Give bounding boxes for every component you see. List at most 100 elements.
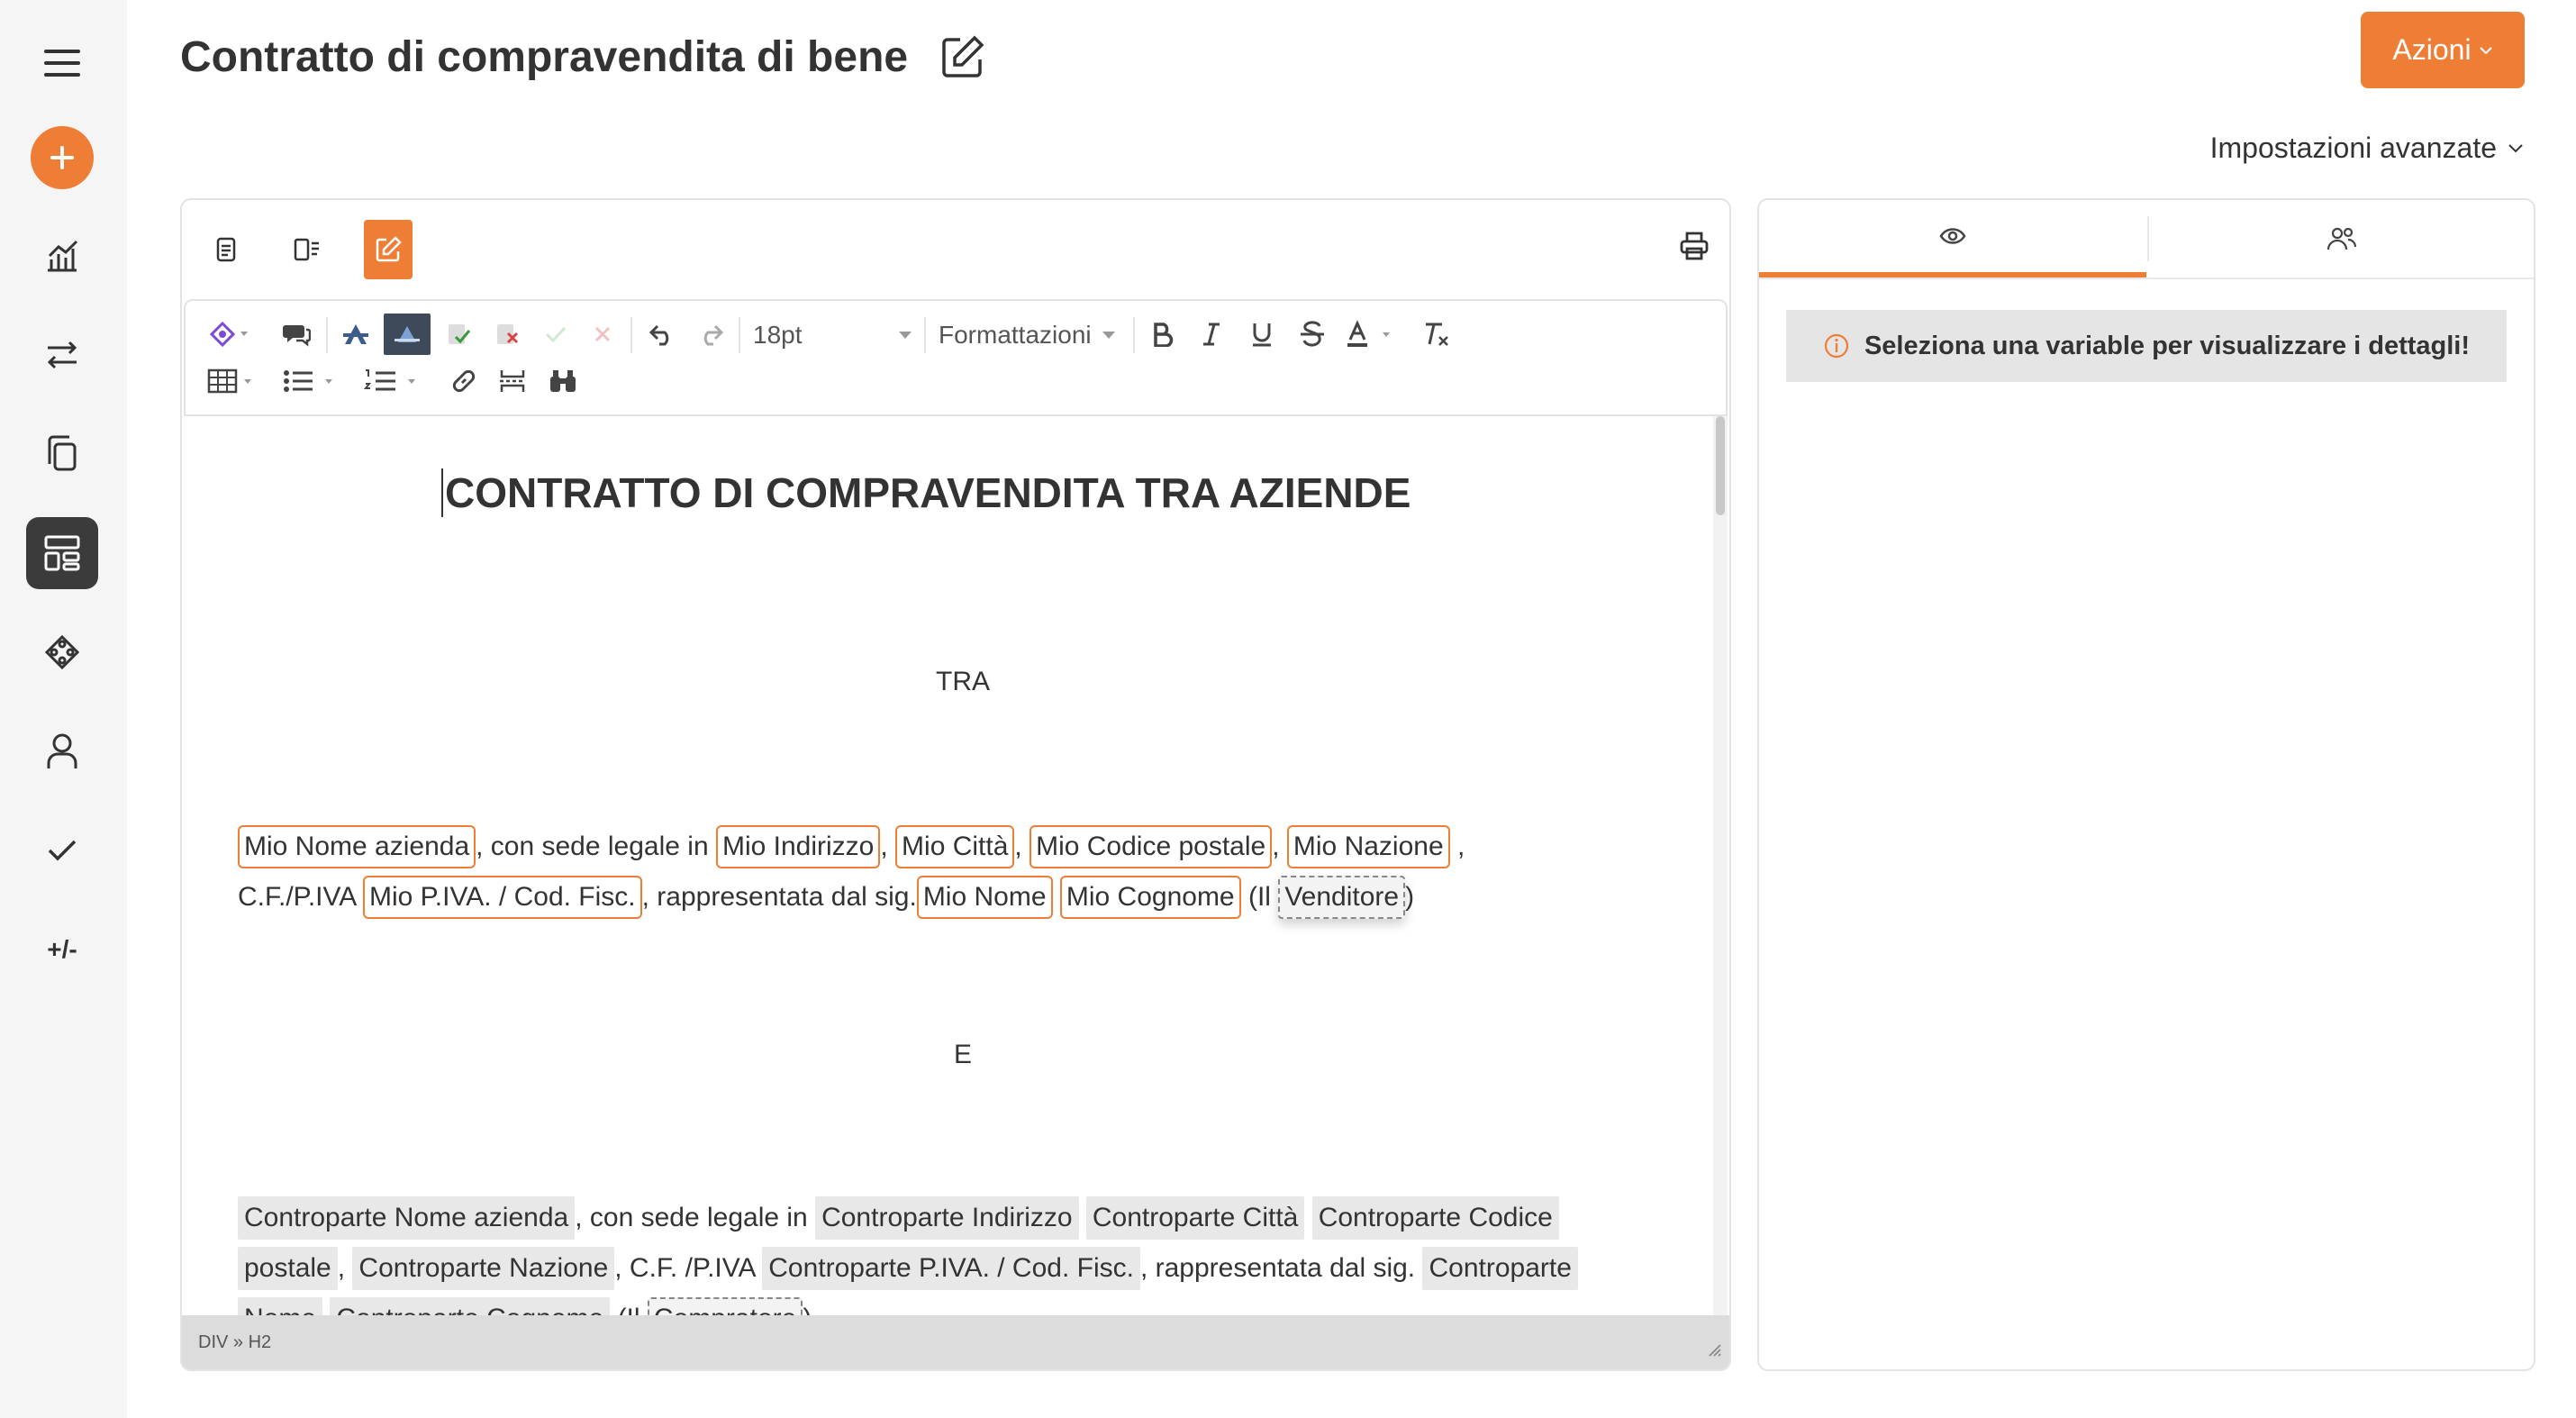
editor-status-bar: DIV » H2: [182, 1315, 1729, 1369]
advanced-settings-toggle[interactable]: Impostazioni avanzate: [2210, 132, 2524, 165]
paragraph-text: (Il: [1247, 882, 1271, 912]
variable-chip[interactable]: Controparte Città: [1085, 1196, 1305, 1240]
variable-chip[interactable]: Controparte Codice: [1311, 1196, 1559, 1240]
info-icon: [1824, 333, 1849, 359]
edit-document-icon[interactable]: [364, 220, 413, 279]
paragraph-text: , rappresentata dal sig.: [1139, 1253, 1416, 1283]
track-changes-icon[interactable]: [335, 314, 376, 355]
bold-icon[interactable]: [1142, 314, 1184, 355]
plus-icon[interactable]: [31, 126, 94, 189]
buyer-paragraph[interactable]: Controparte Nome azienda, con sede legal…: [238, 1193, 1697, 1315]
accept-change-icon[interactable]: [438, 314, 479, 355]
redo-icon[interactable]: [690, 314, 731, 355]
find-icon[interactable]: [542, 360, 584, 402]
chevron-down-icon: [2508, 144, 2523, 153]
variable-chip[interactable]: Controparte Indirizzo: [815, 1196, 1079, 1240]
document-content[interactable]: CONTRATTO DI COMPRAVENDITA TRA AZIENDE T…: [184, 416, 1728, 1315]
advanced-settings-label: Impostazioni avanzate: [2209, 132, 2497, 164]
text-color-icon[interactable]: [1342, 314, 1398, 355]
variable-chip[interactable]: Controparte: [1422, 1247, 1578, 1290]
tab-participants[interactable]: [2148, 200, 2535, 277]
actions-button[interactable]: Azioni: [2361, 12, 2525, 88]
diff-icon[interactable]: +/-: [26, 914, 98, 986]
bullet-list-icon[interactable]: [281, 360, 340, 402]
chart-icon[interactable]: [26, 220, 98, 292]
page-break-icon[interactable]: [492, 360, 533, 402]
paragraph-text: , rappresentata dal sig.: [641, 882, 917, 912]
variable-chip[interactable]: Mio Nome azienda: [238, 825, 476, 868]
variable-chip[interactable]: Controparte Nazione: [352, 1247, 615, 1290]
variable-chip[interactable]: Controparte P.IVA. / Cod. Fisc.: [762, 1247, 1140, 1290]
check-icon[interactable]: [26, 814, 98, 886]
toolbar-separator: [326, 317, 328, 353]
accept-all-icon: [535, 314, 576, 355]
transfer-icon[interactable]: [26, 319, 98, 391]
view-document-icon[interactable]: [202, 220, 250, 279]
and-label: E: [953, 1040, 972, 1069]
variable-chip[interactable]: Controparte Nome azienda: [238, 1196, 576, 1240]
variables-dropdown-icon[interactable]: [204, 314, 256, 355]
editor-mode-bar: [182, 200, 1729, 299]
paragraph-text: C.F./P.IVA: [238, 882, 356, 912]
info-message: Seleziona una variable per visualizzare …: [1786, 310, 2507, 382]
underline-icon[interactable]: [1241, 314, 1283, 355]
font-size-select[interactable]: 18pt: [753, 321, 912, 350]
variable-details-panel: Seleziona una variable per visualizzare …: [1757, 198, 2535, 1371]
variable-chip[interactable]: Mio Nazione: [1286, 825, 1450, 868]
toolbar-separator: [630, 317, 632, 353]
format-select[interactable]: Formattazioni: [939, 321, 1115, 350]
compare-document-icon[interactable]: [283, 220, 331, 279]
page-title: Contratto di compravendita di bene: [180, 33, 909, 81]
variable-chip[interactable]: Controparte Cognome: [330, 1297, 611, 1315]
user-icon[interactable]: [26, 715, 98, 787]
chevron-down-icon: [899, 332, 912, 339]
users-icon: [2327, 227, 2357, 250]
editor-scrollbar[interactable]: [1713, 416, 1728, 1315]
paragraph-text: , C.F. /P.IVA: [614, 1253, 755, 1283]
toolbar-separator: [924, 317, 926, 353]
comment-icon[interactable]: [276, 314, 317, 355]
document-title[interactable]: CONTRATTO DI COMPRAVENDITA TRA AZIENDE: [441, 468, 1410, 517]
table-icon[interactable]: [205, 360, 261, 402]
variable-chip[interactable]: Mio Città: [895, 825, 1015, 868]
variable-chip[interactable]: Mio Nome: [916, 876, 1053, 919]
scrollbar-thumb[interactable]: [1716, 416, 1725, 515]
variable-chip[interactable]: postale: [238, 1247, 338, 1290]
italic-icon[interactable]: [1191, 314, 1232, 355]
document-editor: 18pt Formattazioni CONTRATTO DI COMPRAVE…: [180, 198, 1731, 1371]
format-label: Formattazioni: [939, 321, 1092, 349]
eye-icon: [1939, 228, 1966, 244]
resize-handle-icon[interactable]: [1706, 1341, 1722, 1362]
numbered-list-icon[interactable]: [362, 360, 423, 402]
strikethrough-icon[interactable]: [1292, 314, 1333, 355]
toolbar-separator: [1133, 317, 1135, 353]
edit-title-icon[interactable]: [940, 34, 985, 84]
reject-change-icon[interactable]: [486, 314, 528, 355]
paragraph-text: (Il: [618, 1304, 640, 1315]
show-changes-icon[interactable]: [384, 314, 431, 355]
variables-icon[interactable]: [26, 616, 98, 688]
font-size-value: 18pt: [753, 321, 803, 349]
variable-chip[interactable]: Mio P.IVA. / Cod. Fisc.: [362, 876, 642, 919]
tabs-divider: [1759, 277, 2534, 279]
print-icon[interactable]: [1679, 231, 1710, 266]
role-variable-chip[interactable]: Compratore: [647, 1297, 803, 1315]
role-variable-chip[interactable]: Venditore: [1278, 876, 1406, 919]
menu-icon[interactable]: [26, 27, 98, 99]
variable-chip[interactable]: Mio Codice postale: [1029, 825, 1273, 868]
seller-paragraph[interactable]: Mio Nome azienda, con sede legale in Mio…: [238, 822, 1697, 923]
editor-toolbar: 18pt Formattazioni: [184, 299, 1728, 416]
undo-icon[interactable]: [641, 314, 683, 355]
paragraph-text: , con sede legale in: [476, 832, 709, 861]
between-label: TRA: [936, 667, 990, 696]
sidebar: +/-: [0, 0, 127, 1418]
clear-formatting-icon[interactable]: [1416, 314, 1457, 355]
templates-icon[interactable]: [26, 517, 98, 589]
documents-icon[interactable]: [26, 418, 98, 490]
link-icon[interactable]: [443, 360, 485, 402]
variable-chip[interactable]: Mio Indirizzo: [715, 825, 881, 868]
variable-chip[interactable]: Mio Cognome: [1059, 876, 1241, 919]
variable-chip[interactable]: Nome: [238, 1297, 323, 1315]
tab-preview[interactable]: [1759, 200, 2146, 277]
element-path[interactable]: DIV » H2: [198, 1332, 271, 1353]
